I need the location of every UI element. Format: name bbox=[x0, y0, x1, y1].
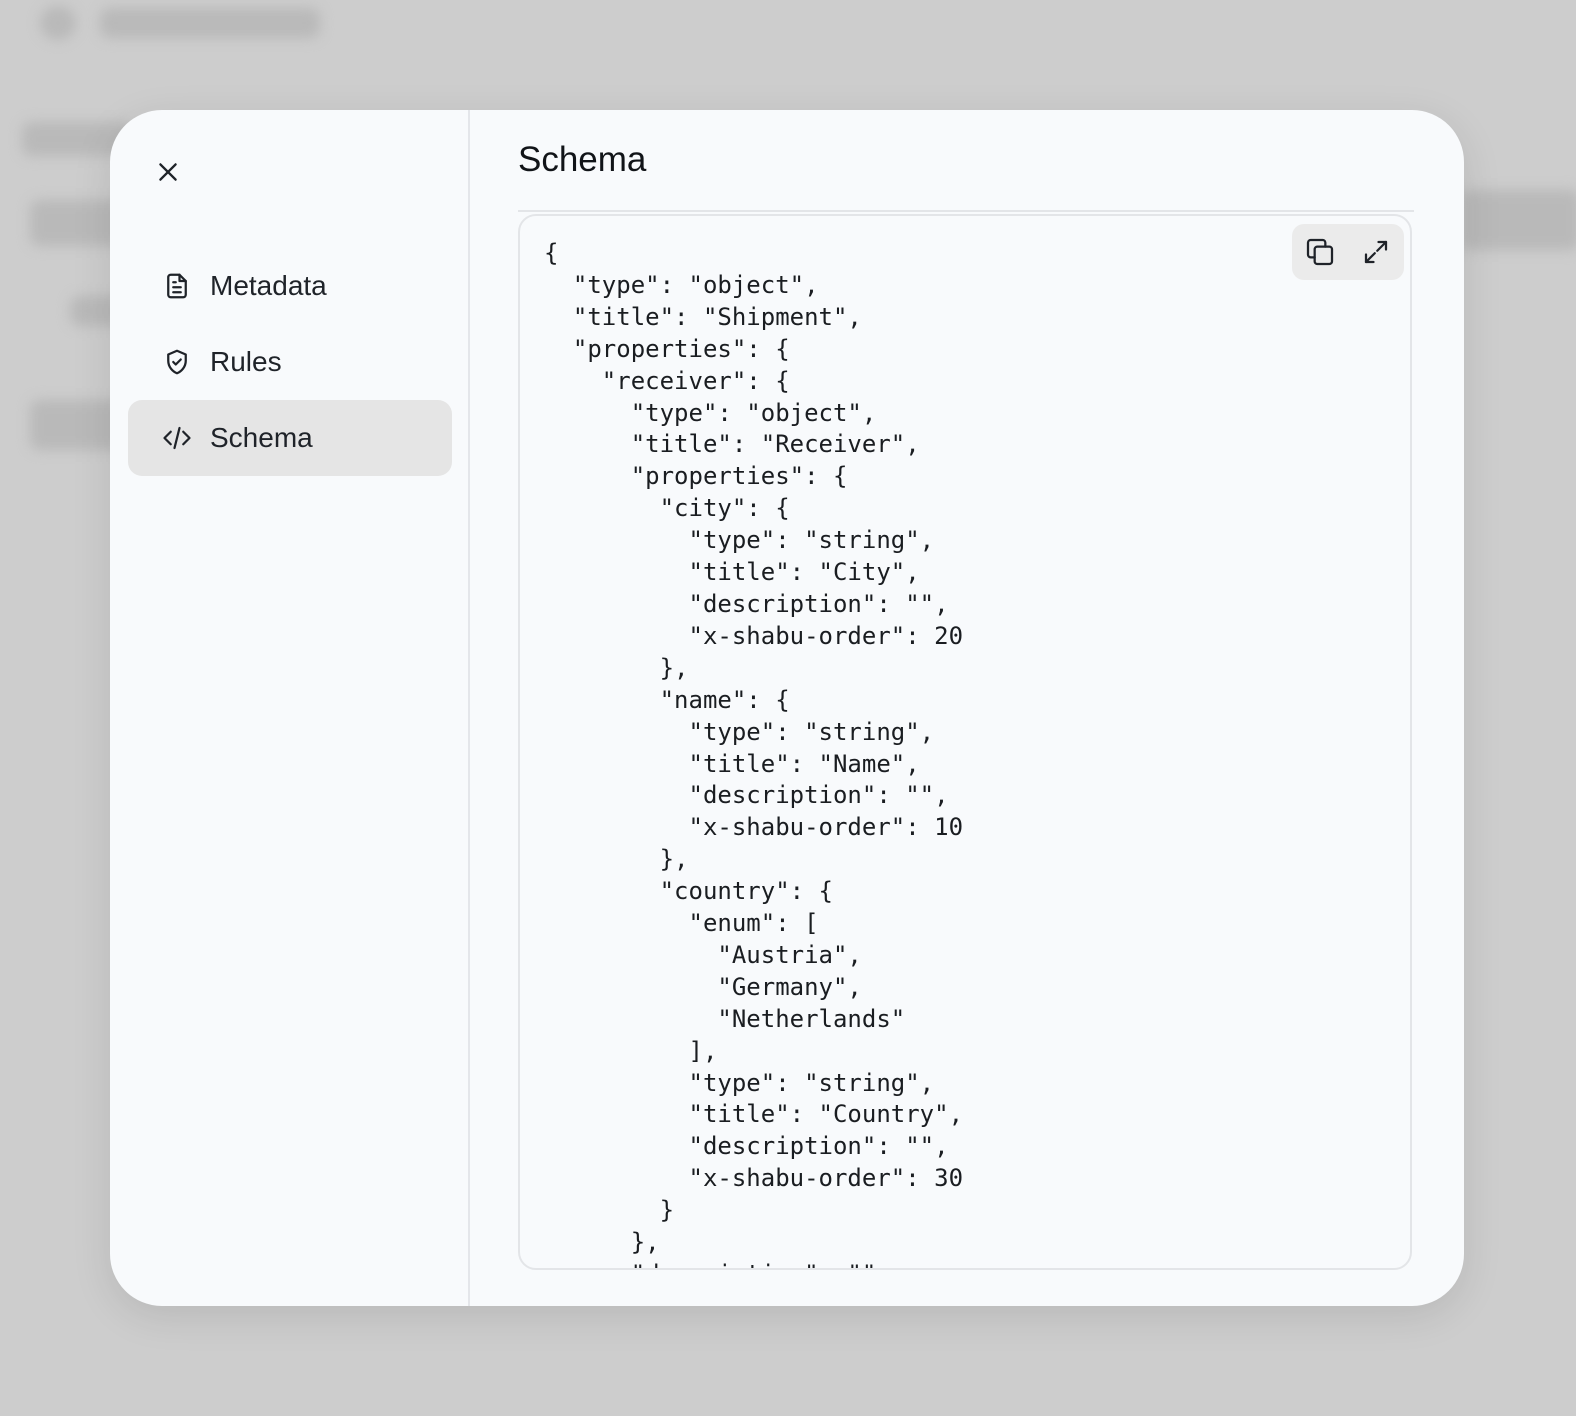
page-title: Schema bbox=[518, 140, 647, 179]
sidebar-item-label: Metadata bbox=[210, 270, 327, 301]
code-icon bbox=[162, 423, 192, 453]
schema-json-text[interactable]: { "type": "object", "title": "Shipment",… bbox=[544, 238, 963, 1268]
schema-dialog: Metadata Rules Schema Schema {"type": "… bbox=[110, 110, 1464, 1306]
blurred-background-element bbox=[1460, 190, 1576, 250]
shield-check-icon bbox=[162, 347, 192, 377]
sidebar-item-label: Schema bbox=[210, 422, 313, 453]
divider bbox=[518, 210, 1414, 212]
file-text-icon bbox=[162, 271, 192, 301]
sidebar-item-metadata[interactable]: Metadata bbox=[128, 248, 452, 324]
blurred-background-element bbox=[40, 6, 76, 40]
close-button[interactable] bbox=[148, 152, 188, 192]
blurred-background-element bbox=[100, 8, 320, 38]
expand-button[interactable] bbox=[1356, 232, 1396, 272]
sidebar-item-label: Rules bbox=[210, 346, 282, 377]
close-icon bbox=[159, 163, 177, 181]
copy-icon bbox=[1306, 238, 1334, 266]
main-content: Schema { "type": "object", "title": "Shi… bbox=[470, 110, 1464, 1306]
schema-code-block[interactable]: { "type": "object", "title": "Shipment",… bbox=[518, 214, 1412, 1270]
sidebar-item-schema[interactable]: Schema bbox=[128, 400, 452, 476]
sidebar-item-rules[interactable]: Rules bbox=[128, 324, 452, 400]
copy-button[interactable] bbox=[1300, 232, 1340, 272]
expand-icon bbox=[1364, 240, 1388, 264]
dialog-sidebar: Metadata Rules Schema bbox=[110, 110, 470, 1306]
code-toolbar bbox=[1292, 224, 1404, 280]
sidebar-nav: Metadata Rules Schema bbox=[128, 248, 452, 476]
